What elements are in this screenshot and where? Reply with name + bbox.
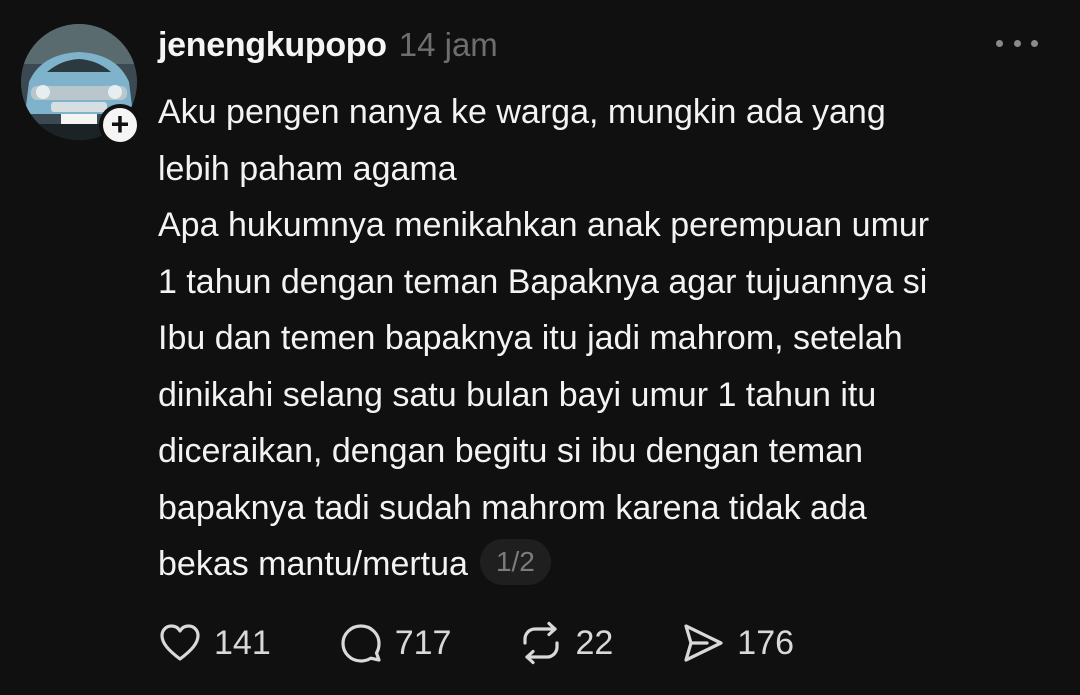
share-button[interactable]: 176 — [681, 621, 794, 665]
dot — [1031, 39, 1038, 47]
comment-count: 717 — [394, 623, 452, 662]
post-text-line: lebih paham agama — [158, 149, 457, 188]
comment-button[interactable]: 717 — [339, 621, 452, 665]
action-bar: 141 717 22 176 — [158, 617, 862, 669]
plus-icon: + — [110, 105, 130, 142]
post-text-line-last: bekas mantu/mertua 1/2 — [158, 536, 1058, 593]
repost-icon — [523, 621, 560, 665]
post-header: jenengkupopo 14 jam — [158, 26, 498, 72]
send-icon — [684, 624, 723, 662]
post-text-line: diceraikan, dengan begitu si ibu dengan … — [158, 432, 864, 470]
username[interactable]: jenengkupopo — [158, 26, 387, 65]
repost-count: 22 — [575, 623, 614, 662]
share-count: 176 — [737, 623, 795, 662]
post-text-line: bapaknya tadi sudah mahrom karena tidak … — [158, 488, 867, 527]
thread-post: + jenengkupopo 14 jam Aku pengen nanya k… — [0, 0, 1080, 695]
post-text-line: 1 tahun dengan teman Bapaknya agar tujua… — [158, 262, 928, 301]
repost-button[interactable]: 22 — [519, 621, 613, 665]
post-body: Aku pengen nanya ke warga, mungkin ada y… — [158, 84, 1058, 593]
heart-icon — [160, 624, 200, 661]
post-text-line: Aku pengen nanya ke warga, mungkin ada y… — [158, 93, 886, 131]
post-text-line: dinikahi selang satu bulan bayi umur 1 t… — [158, 375, 877, 414]
post-time: 14 jam — [398, 26, 498, 63]
dot — [996, 39, 1003, 47]
post-text-line: Ibu dan temen bapaknya itu jadi mahrom, … — [158, 319, 903, 357]
post-text-line: bekas mantu/mertua — [158, 545, 468, 583]
post-text-line: Apa hukumnya menikahkan anak perempuan u… — [158, 206, 930, 244]
comment-icon — [341, 624, 381, 663]
dot — [1013, 39, 1021, 47]
follow-button[interactable]: + — [99, 104, 141, 146]
more-options-icon[interactable] — [996, 28, 1038, 58]
page-indicator: 1/2 — [479, 539, 551, 586]
like-count: 141 — [214, 623, 271, 662]
avatar-container[interactable]: + — [21, 24, 141, 146]
like-button[interactable]: 141 — [158, 621, 271, 665]
